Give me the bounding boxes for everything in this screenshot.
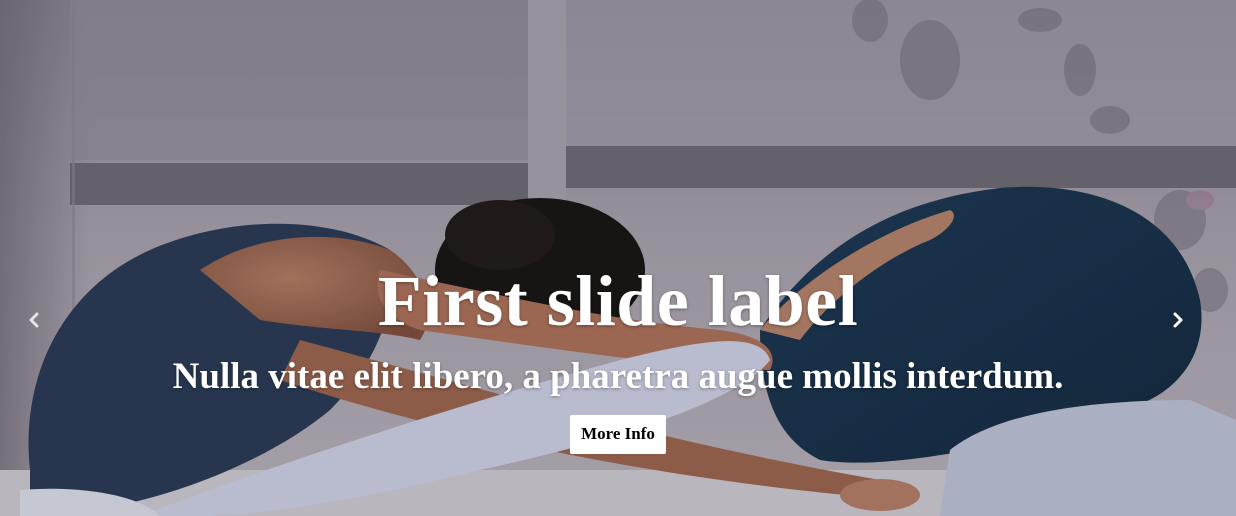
slide-title: First slide label [377, 261, 859, 341]
slide-caption: First slide label Nulla vitae elit liber… [0, 258, 1236, 454]
slide-subtitle: Nulla vitae elit libero, a pharetra augu… [172, 356, 1064, 397]
more-info-button[interactable]: More Info [570, 415, 666, 454]
hero-carousel: First slide label Nulla vitae elit liber… [0, 0, 1236, 516]
